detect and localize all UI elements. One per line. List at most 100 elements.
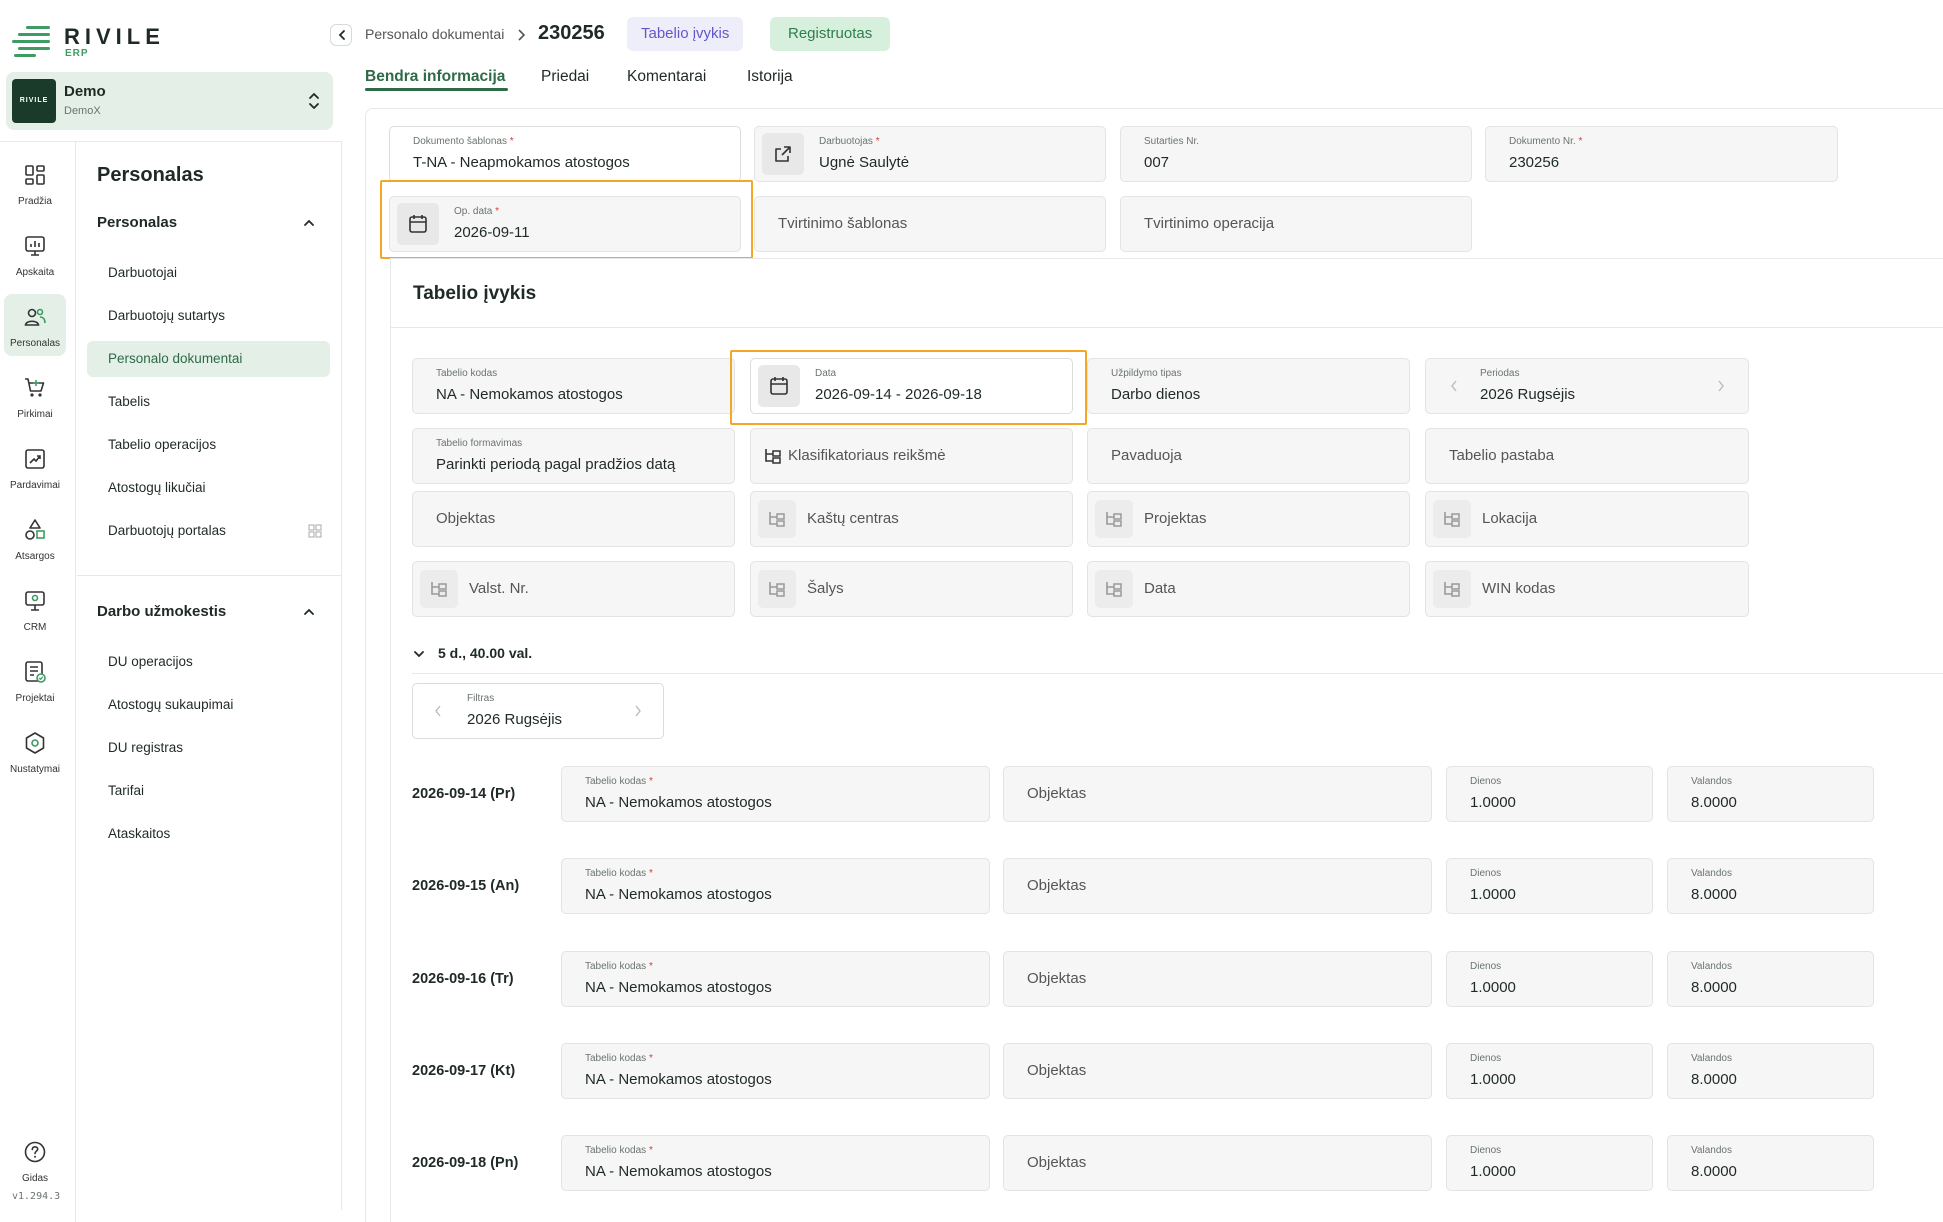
contract-no-field[interactable]: Sutarties Nr. 007 <box>1120 126 1472 182</box>
win-code-field[interactable]: WIN kodas <box>1425 561 1749 617</box>
rail-item-pradzia[interactable]: Pradžia <box>4 152 66 214</box>
replaces-field[interactable]: Pavaduoja <box>1087 428 1410 484</box>
rail-item-personalas[interactable]: Personalas <box>4 294 66 356</box>
project-icon <box>25 661 46 683</box>
nav-item-tarifai[interactable]: Tarifai <box>87 773 330 809</box>
row-code-field[interactable]: Tabelio kodas * NA - Nemokamos atostogos <box>561 766 990 822</box>
event-code-field[interactable]: Tabelio kodas NA - Nemokamos atostogos <box>412 358 735 414</box>
nav-item-atostogu-likuciai[interactable]: Atostogų likučiai <box>87 470 330 506</box>
collapse-sidebar-button[interactable] <box>330 24 352 46</box>
rivile-logo[interactable]: RIVILE ERP <box>10 22 160 62</box>
nav-item-atostogu-sukaupimai[interactable]: Atostogų sukaupimai <box>87 687 330 723</box>
row-object-field[interactable]: Objektas <box>1003 766 1432 822</box>
row-code-field[interactable]: Tabelio kodas * NA - Nemokamos atostogos <box>561 1043 990 1099</box>
location-tree-button[interactable] <box>1433 500 1471 538</box>
tab-komentarai[interactable]: Komentarai <box>627 68 706 86</box>
rail-item-projektai[interactable]: Projektai <box>4 649 66 711</box>
chevron-left-icon[interactable] <box>1449 379 1459 393</box>
row-object-field[interactable]: Objektas <box>1003 951 1432 1007</box>
row-hours-field[interactable]: Valandos 8.0000 <box>1667 951 1874 1007</box>
period-field[interactable]: Periodas 2026 Rugsėjis <box>1425 358 1749 414</box>
row-days-value: 1.0000 <box>1470 794 1516 811</box>
row-code-field[interactable]: Tabelio kodas * NA - Nemokamos atostogos <box>561 951 990 1007</box>
extra-date-field[interactable]: Data <box>1087 561 1410 617</box>
shapes-icon <box>25 519 45 540</box>
plate-tree-button[interactable] <box>420 570 458 608</box>
active-tab-indicator <box>365 88 508 91</box>
row-days-field[interactable]: Dienos 1.0000 <box>1446 1043 1653 1099</box>
chevron-down-icon[interactable] <box>412 647 426 661</box>
project-field[interactable]: Projektas <box>1087 491 1410 547</box>
nav-item-darbuotojai[interactable]: Darbuotojai <box>87 255 330 291</box>
row-hours-field[interactable]: Valandos 8.0000 <box>1667 766 1874 822</box>
rail-item-crm[interactable]: CRM <box>4 578 66 640</box>
row-days-field[interactable]: Dienos 1.0000 <box>1446 858 1653 914</box>
approval-template-field[interactable]: Tvirtinimo šablonas <box>754 196 1106 252</box>
rail-item-pardavimai[interactable]: Pardavimai <box>4 436 66 498</box>
nav-divider <box>77 575 341 576</box>
fill-type-field[interactable]: Užpildymo tipas Darbo dienos <box>1087 358 1410 414</box>
countries-tree-button[interactable] <box>758 570 796 608</box>
days-summary[interactable]: 5 d., 40.00 val. <box>438 645 532 661</box>
approval-operation-field[interactable]: Tvirtinimo operacija <box>1120 196 1472 252</box>
rail-item-apskaita[interactable]: Apskaita <box>4 223 66 285</box>
cost-center-field[interactable]: Kaštų centras <box>750 491 1073 547</box>
formation-field[interactable]: Tabelio formavimas Parinkti periodą paga… <box>412 428 735 484</box>
tab-priedai[interactable]: Priedai <box>541 68 589 86</box>
doc-template-field[interactable]: Dokumento šablonas * T-NA - Neapmokamos … <box>389 126 741 182</box>
location-field[interactable]: Lokacija <box>1425 491 1749 547</box>
row-hours-field[interactable]: Valandos 8.0000 <box>1667 858 1874 914</box>
event-note-field[interactable]: Tabelio pastaba <box>1425 428 1749 484</box>
chevron-left-icon[interactable] <box>433 704 443 718</box>
field-label: Dokumento Nr. * <box>1509 136 1582 147</box>
extra-date-tree-button[interactable] <box>1095 570 1133 608</box>
rail-item-pirkimai[interactable]: Pirkimai <box>4 365 66 427</box>
nav-item-darbuotoju-sutartys[interactable]: Darbuotojų sutartys <box>87 298 330 334</box>
row-code-field[interactable]: Tabelio kodas * NA - Nemokamos atostogos <box>561 858 990 914</box>
project-tree-button[interactable] <box>1095 500 1133 538</box>
row-days-field[interactable]: Dienos 1.0000 <box>1446 951 1653 1007</box>
nav-item-darbuotoju-portalas[interactable]: Darbuotojų portalas <box>87 513 330 549</box>
nav-item-tabelis[interactable]: Tabelis <box>87 384 330 420</box>
section-border <box>390 258 391 1222</box>
plate-field[interactable]: Valst. Nr. <box>412 561 735 617</box>
doc-no-field[interactable]: Dokumento Nr. * 230256 <box>1485 126 1838 182</box>
row-hours-field[interactable]: Valandos 8.0000 <box>1667 1043 1874 1099</box>
chevron-up-icon[interactable] <box>302 605 316 619</box>
row-days-field[interactable]: Dienos 1.0000 <box>1446 1135 1653 1191</box>
row-object-field[interactable]: Objektas <box>1003 1135 1432 1191</box>
object-field[interactable]: Objektas <box>412 491 735 547</box>
employee-field[interactable]: Darbuotojas * Ugnė Saulytė <box>754 126 1106 182</box>
nav-item-tabelio-operacijos[interactable]: Tabelio operacijos <box>87 427 330 463</box>
tab-istorija[interactable]: Istorija <box>747 68 793 86</box>
breadcrumb[interactable]: Personalo dokumentai <box>365 26 504 42</box>
cost-center-tree-button[interactable] <box>758 500 796 538</box>
countries-field[interactable]: Šalys <box>750 561 1073 617</box>
nav-item-du-operacijos[interactable]: DU operacijos <box>87 644 330 680</box>
nav-item-personalo-dokumentai[interactable]: Personalo dokumentai <box>87 341 330 377</box>
nav-section-darbo-uzmokestis[interactable]: Darbo užmokestis <box>97 603 226 620</box>
classifier-field[interactable]: Klasifikatoriaus reikšmė <box>750 428 1073 484</box>
nav-item-ataskaitos[interactable]: Ataskaitos <box>87 816 330 852</box>
filter-period-field[interactable]: Filtras 2026 Rugsėjis <box>412 683 664 739</box>
field-label: Darbuotojas * <box>819 136 880 147</box>
chevron-right-icon[interactable] <box>1716 379 1726 393</box>
row-code-field[interactable]: Tabelio kodas * NA - Nemokamos atostogos <box>561 1135 990 1191</box>
nav-section-personalas[interactable]: Personalas <box>97 214 177 231</box>
row-hours-field[interactable]: Valandos 8.0000 <box>1667 1135 1874 1191</box>
cost-center-placeholder: Kaštų centras <box>807 510 899 527</box>
row-object-field[interactable]: Objektas <box>1003 1043 1432 1099</box>
chevron-right-icon[interactable] <box>633 704 643 718</box>
nav-item-du-registras[interactable]: DU registras <box>87 730 330 766</box>
win-code-tree-button[interactable] <box>1433 570 1471 608</box>
rail-item-gidas[interactable]: Gidas <box>4 1129 66 1191</box>
open-employee-button[interactable] <box>762 133 804 175</box>
status-badge[interactable]: Registruotas <box>770 17 891 51</box>
rail-item-nustatymai[interactable]: Nustatymai <box>4 720 66 782</box>
row-days-field[interactable]: Dienos 1.0000 <box>1446 766 1653 822</box>
rail-item-atsargos[interactable]: Atsargos <box>4 507 66 569</box>
row-object-field[interactable]: Objektas <box>1003 858 1432 914</box>
company-switcher[interactable]: RIVILE Demo DemoX <box>6 72 333 130</box>
tab-bendra-informacija[interactable]: Bendra informacija <box>365 68 505 86</box>
chevron-up-icon[interactable] <box>302 216 316 230</box>
